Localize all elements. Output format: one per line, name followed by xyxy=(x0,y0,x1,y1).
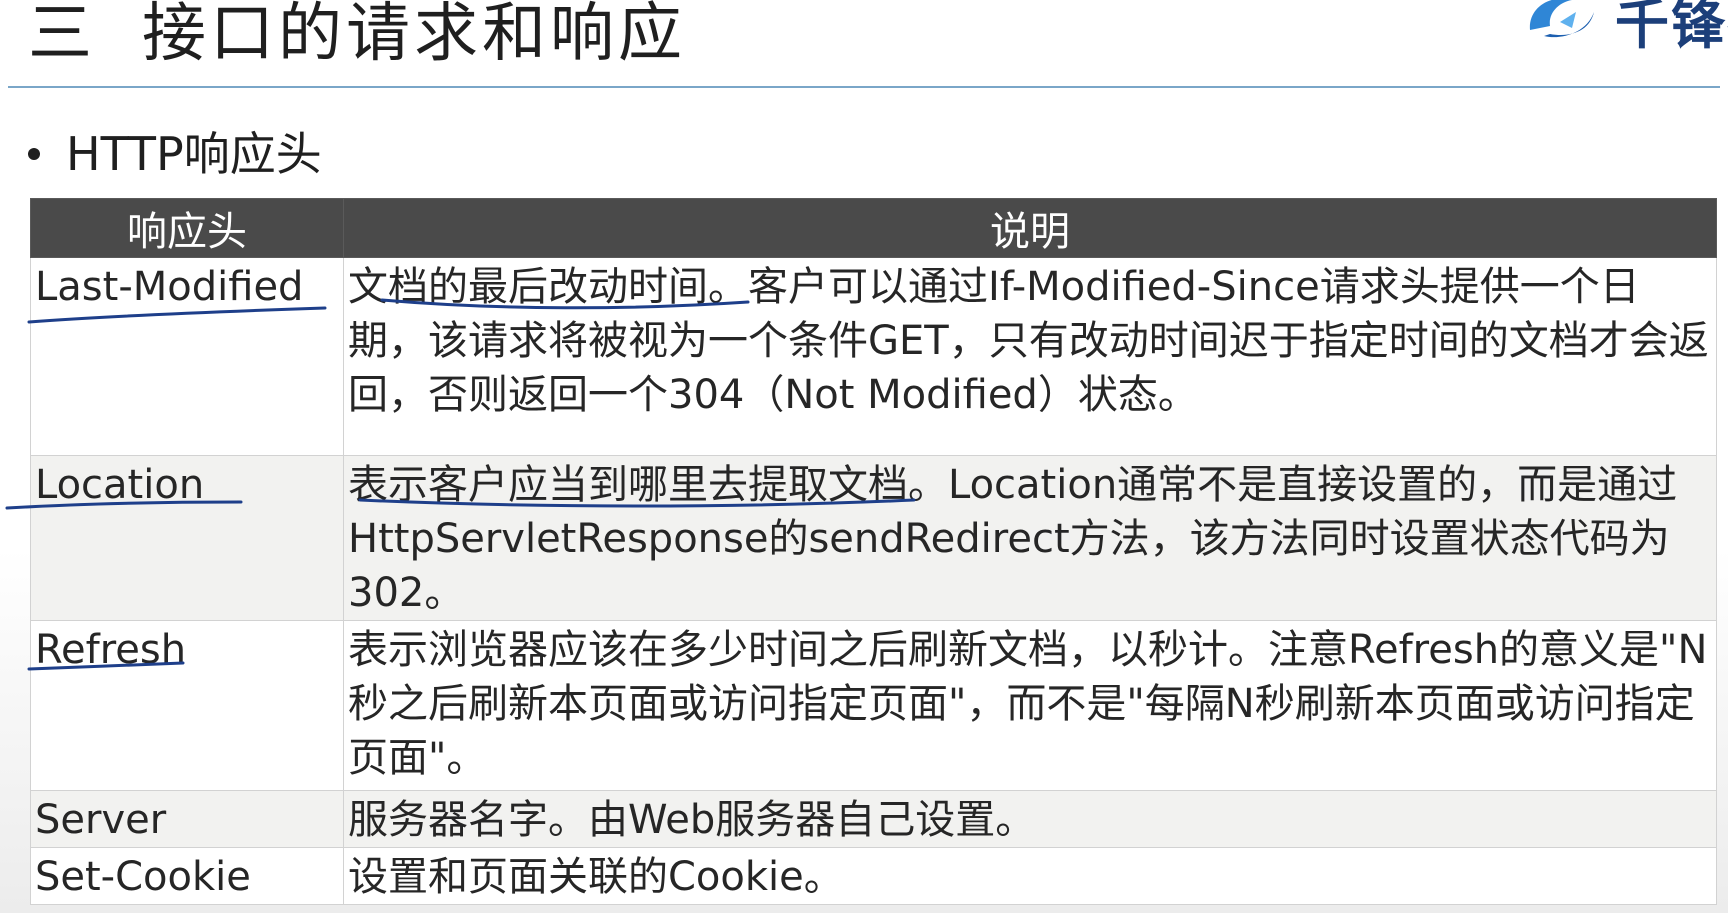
header-description: 表示浏览器应该在多少时间之后刷新文档，以秒计。注意Refresh的意义是"N秒之… xyxy=(348,627,1708,781)
table-header-row: 响应头 说明 xyxy=(30,198,1717,258)
title-text: 接口的请求和响应 xyxy=(142,0,686,71)
header-description-cell: 服务器名字。由Web服务器自己设置。 xyxy=(343,790,1717,848)
header-name-cell: Set-Cookie xyxy=(30,847,344,905)
header-name-cell: Last-Modified xyxy=(27,257,344,456)
brand-logo-icon xyxy=(1529,0,1594,38)
header-description-cell: 设置和页面关联的Cookie。 xyxy=(343,847,1717,905)
header-description-cell: 表示浏览器应该在多少时间之后刷新文档，以秒计。注意Refresh的意义是"N秒之… xyxy=(343,620,1717,791)
slide-title: 三接口的请求和响应 xyxy=(28,0,686,74)
header-name: Refresh xyxy=(35,627,187,673)
slide-canvas: 三接口的请求和响应 千锋教 HTTP响应头 响应头 说明 Last-Modifi… xyxy=(0,0,1728,913)
table-row: Last-Modified 文档的最后改动时间。客户可以通过If-Modifie… xyxy=(27,257,1717,456)
header-name-cell: Location xyxy=(5,455,344,621)
header-description: 文档的最后改动时间。客户可以通过If-Modified-Since请求头提供一个… xyxy=(348,264,1709,418)
table-row: Server 服务器名字。由Web服务器自己设置。 xyxy=(30,790,1717,848)
table-row: Location 表示客户应当到哪里去提取文档。Location通常不是直接设置… xyxy=(5,455,1717,621)
bullet-dot-icon xyxy=(28,147,40,160)
header-name: Server xyxy=(35,797,167,843)
title-divider xyxy=(8,86,1720,88)
response-headers-table: 响应头 说明 Last-Modified 文档的最后改动时间。客户可以通过If-… xyxy=(5,198,1717,905)
header-description: 服务器名字。由Web服务器自己设置。 xyxy=(348,797,1036,843)
header-name-cell: Refresh xyxy=(27,620,344,791)
brand-logo-text: 千锋教 xyxy=(1615,0,1728,56)
table-row: Refresh 表示浏览器应该在多少时间之后刷新文档，以秒计。注意Refresh… xyxy=(27,620,1717,791)
header-name: Last-Modified xyxy=(35,264,304,310)
header-name: Set-Cookie xyxy=(35,854,251,900)
bullet-text: HTTP响应头 xyxy=(66,127,322,181)
header-description-cell: 表示客户应当到哪里去提取文档。Location通常不是直接设置的，而是通过Htt… xyxy=(343,455,1717,621)
table-row: Set-Cookie 设置和页面关联的Cookie。 xyxy=(30,847,1717,905)
column-header-description: 说明 xyxy=(343,198,1717,258)
header-description: 表示客户应当到哪里去提取文档。Location通常不是直接设置的，而是通过Htt… xyxy=(348,462,1678,616)
header-name: Location xyxy=(35,462,205,508)
title-number: 三 xyxy=(28,0,96,71)
column-header-name: 响应头 xyxy=(30,198,344,258)
bullet-heading: HTTP响应头 xyxy=(28,124,322,184)
header-name-cell: Server xyxy=(30,790,344,848)
header-description: 设置和页面关联的Cookie。 xyxy=(348,854,844,900)
header-description-cell: 文档的最后改动时间。客户可以通过If-Modified-Since请求头提供一个… xyxy=(343,257,1717,456)
